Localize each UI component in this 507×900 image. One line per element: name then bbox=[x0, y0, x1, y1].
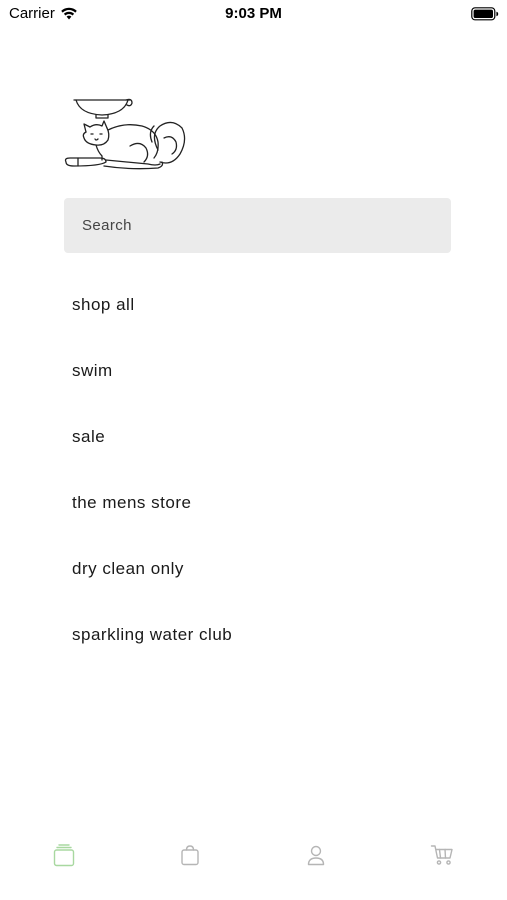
brand-logo bbox=[60, 96, 190, 174]
tab-cart[interactable] bbox=[422, 840, 462, 870]
bag-icon bbox=[181, 845, 199, 866]
menu-item-label: dry clean only bbox=[72, 559, 184, 578]
menu-item-swim[interactable]: swim bbox=[72, 338, 232, 404]
status-time: 9:03 PM bbox=[225, 5, 282, 22]
tab-account[interactable] bbox=[296, 840, 336, 870]
tab-shop[interactable] bbox=[170, 840, 210, 870]
battery-icon bbox=[471, 7, 499, 26]
menu-item-label: sale bbox=[72, 427, 106, 446]
search-input[interactable] bbox=[80, 216, 451, 235]
menu-item-shop-all[interactable]: shop all bbox=[72, 272, 232, 338]
menu-item-label: the mens store bbox=[72, 493, 192, 512]
status-bar: Carrier 9:03 PM bbox=[0, 0, 507, 28]
home-icon bbox=[53, 844, 75, 867]
menu-item-label: shop all bbox=[72, 295, 135, 314]
menu-item-label: swim bbox=[72, 361, 113, 380]
menu-item-mens-store[interactable]: the mens store bbox=[72, 470, 232, 536]
cart-icon bbox=[430, 845, 453, 865]
category-menu: shop all swim sale the mens store dry cl… bbox=[72, 284, 232, 680]
menu-item-dry-clean-only[interactable]: dry clean only bbox=[72, 536, 232, 602]
person-icon bbox=[307, 845, 325, 866]
menu-item-sparkling-water-club[interactable]: sparkling water club bbox=[72, 602, 232, 668]
tab-home[interactable] bbox=[44, 840, 84, 870]
tab-bar bbox=[0, 840, 507, 900]
menu-item-sale[interactable]: sale bbox=[72, 404, 232, 470]
menu-item-label: sparkling water club bbox=[72, 625, 233, 644]
search-bar[interactable] bbox=[64, 198, 451, 253]
